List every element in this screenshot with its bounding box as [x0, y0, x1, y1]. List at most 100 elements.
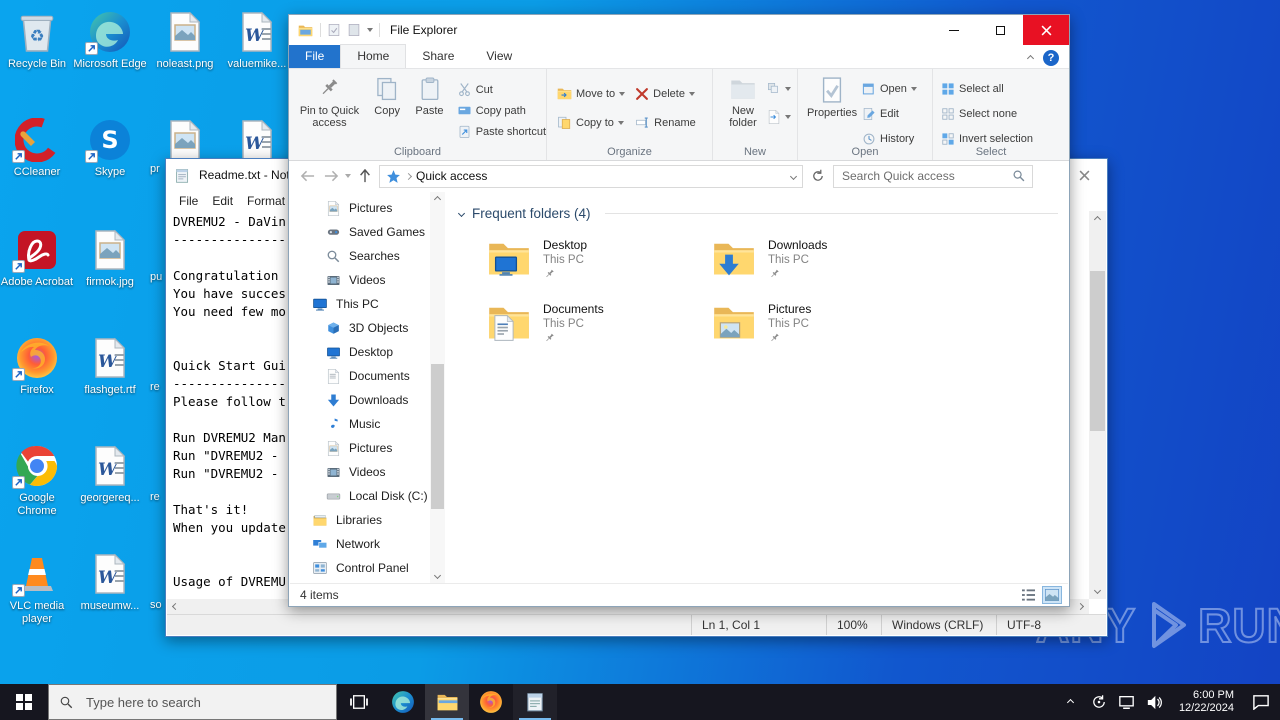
copy-to-button[interactable]: Copy to — [557, 112, 625, 133]
nav-item-pictures[interactable]: Pictures — [290, 196, 430, 220]
notepad-menu-format[interactable]: Format — [240, 194, 292, 208]
address-box[interactable]: Quick access — [379, 164, 803, 188]
desktop-icon-firefox[interactable]: Firefox — [0, 334, 74, 397]
desktop-icon-valuemike-doc[interactable]: valuemike... — [220, 8, 294, 71]
nav-item-desktop[interactable]: Desktop — [290, 340, 430, 364]
nav-item-network[interactable]: Network — [290, 532, 430, 556]
easy-access-button[interactable] — [767, 106, 791, 127]
explorer-search-box[interactable] — [833, 164, 1033, 188]
desktop-icon-microsoft-edge[interactable]: Microsoft Edge — [73, 8, 147, 71]
breadcrumb-location[interactable]: Quick access — [416, 169, 786, 183]
nav-item-pictures-2[interactable]: Pictures — [290, 436, 430, 460]
taskbar-firefox-button[interactable] — [469, 684, 513, 720]
taskbar-search-box[interactable] — [48, 684, 337, 720]
taskbar-edge-button[interactable] — [381, 684, 425, 720]
new-item-button[interactable] — [767, 78, 791, 99]
nav-item-videos-2[interactable]: Videos — [290, 460, 430, 484]
notepad-menu-edit[interactable]: Edit — [205, 194, 240, 208]
taskbar-search-input[interactable] — [84, 693, 326, 711]
desktop-icon-noleast-png[interactable]: noleast.png — [148, 8, 222, 71]
desktop-icon-adobe-acrobat[interactable]: Adobe Acrobat — [0, 226, 74, 289]
nav-item-3d-objects[interactable]: 3D Objects — [290, 316, 430, 340]
taskbar-notepad-button[interactable] — [513, 684, 557, 720]
scroll-up-icon[interactable] — [1089, 211, 1106, 228]
back-button[interactable] — [297, 170, 317, 182]
nav-item-downloads[interactable]: Downloads — [290, 388, 430, 412]
notepad-menu-file[interactable]: File — [172, 194, 205, 208]
help-icon[interactable]: ? — [1043, 50, 1059, 66]
cut-button[interactable]: Cut — [457, 79, 546, 100]
copy-button[interactable]: Copy — [367, 73, 407, 120]
maximize-button[interactable] — [977, 15, 1023, 45]
desktop-icon-vlc[interactable]: VLC media player — [0, 550, 74, 626]
network-tray-icon[interactable] — [1115, 684, 1139, 720]
scroll-down-icon[interactable] — [429, 568, 446, 583]
nav-item-documents[interactable]: Documents — [290, 364, 430, 388]
folder-tile-desktop[interactable]: Desktop This PC — [481, 232, 706, 296]
tab-home[interactable]: Home — [340, 44, 407, 68]
desktop-icon-word-doc-2[interactable] — [220, 116, 294, 164]
desktop-icon-firmok-jpg[interactable]: firmok.jpg — [73, 226, 147, 289]
open-button[interactable]: Open — [862, 78, 917, 99]
details-view-button[interactable] — [1018, 586, 1038, 604]
folder-tile-downloads[interactable]: Downloads This PC — [706, 232, 931, 296]
hidden-icons-button[interactable] — [1059, 684, 1083, 720]
desktop-icon-museumw[interactable]: museumw... — [73, 550, 147, 613]
desktop-icon-recycle-bin[interactable]: ♻ Recycle Bin — [0, 8, 74, 71]
action-center-button[interactable] — [1246, 684, 1276, 720]
pin-to-quick-access-button[interactable]: Pin to Quick access — [294, 73, 365, 132]
start-button[interactable] — [0, 684, 48, 720]
desktop-icon-pr-image[interactable] — [148, 116, 222, 164]
taskbar-file-explorer-button[interactable] — [425, 684, 469, 720]
desktop-icon-ccleaner[interactable]: CCleaner — [0, 116, 74, 179]
recent-locations-caret-icon[interactable] — [345, 174, 351, 178]
nav-item-libraries[interactable]: Libraries — [290, 508, 430, 532]
frequent-folders-header[interactable]: Frequent folders (4) — [457, 206, 1058, 221]
minimize-button[interactable] — [931, 15, 977, 45]
collapse-ribbon-icon[interactable] — [1026, 54, 1035, 62]
paste-shortcut-button[interactable]: Paste shortcut — [457, 121, 546, 142]
edit-button[interactable]: Edit — [862, 103, 917, 124]
rename-button[interactable]: Rename — [635, 112, 696, 133]
qat-new-folder-icon[interactable] — [347, 23, 361, 37]
scrollbar-thumb[interactable] — [431, 364, 444, 509]
windows-update-tray-icon[interactable] — [1087, 684, 1111, 720]
up-button[interactable] — [355, 169, 375, 183]
folder-tile-pictures[interactable]: Pictures This PC — [706, 296, 931, 360]
desktop-icon-flashget-rtf[interactable]: flashget.rtf — [73, 334, 147, 397]
qat-properties-icon[interactable] — [327, 23, 341, 37]
explorer-titlebar[interactable]: File Explorer — [289, 15, 1069, 45]
nav-item-videos[interactable]: Videos — [290, 268, 430, 292]
tab-file[interactable]: File — [289, 45, 341, 68]
explorer-search-input[interactable] — [840, 168, 1012, 184]
select-none-button[interactable]: Select none — [941, 103, 1049, 124]
copy-path-button[interactable]: Copy path — [457, 100, 546, 121]
nav-item-music[interactable]: Music — [290, 412, 430, 436]
properties-button[interactable]: Properties — [803, 73, 861, 149]
address-dropdown-icon[interactable] — [789, 172, 798, 180]
volume-tray-icon[interactable] — [1143, 684, 1167, 720]
large-icons-view-button[interactable] — [1042, 586, 1062, 604]
desktop-icon-georgereq[interactable]: georgereq... — [73, 442, 147, 505]
desktop-icon-skype[interactable]: S Skype — [73, 116, 147, 179]
section-collapse-icon[interactable] — [457, 209, 466, 218]
nav-item-local-disk-c[interactable]: Local Disk (C:) — [290, 484, 430, 508]
nav-item-this-pc[interactable]: This PC — [290, 292, 430, 316]
move-to-button[interactable]: Move to — [557, 83, 626, 104]
scroll-up-icon[interactable] — [429, 192, 446, 207]
close-button[interactable] — [1023, 15, 1069, 45]
folder-tile-documents[interactable]: Documents This PC — [481, 296, 706, 360]
forward-button[interactable] — [321, 170, 341, 182]
taskbar-clock[interactable]: 6:00 PM 12/22/2024 — [1171, 689, 1242, 715]
scrollbar-thumb[interactable] — [1090, 271, 1105, 431]
delete-button[interactable]: Delete — [635, 83, 696, 104]
select-all-button[interactable]: Select all — [941, 78, 1049, 99]
scroll-left-icon[interactable] — [167, 599, 184, 614]
notepad-vertical-scrollbar[interactable] — [1089, 211, 1106, 599]
tab-share[interactable]: Share — [406, 45, 470, 68]
scroll-right-icon[interactable] — [1072, 599, 1089, 614]
scroll-down-icon[interactable] — [1089, 582, 1106, 599]
refresh-button[interactable] — [807, 169, 829, 183]
new-folder-button[interactable]: New folder — [720, 73, 766, 132]
nav-item-control-panel[interactable]: Control Panel — [290, 556, 430, 580]
